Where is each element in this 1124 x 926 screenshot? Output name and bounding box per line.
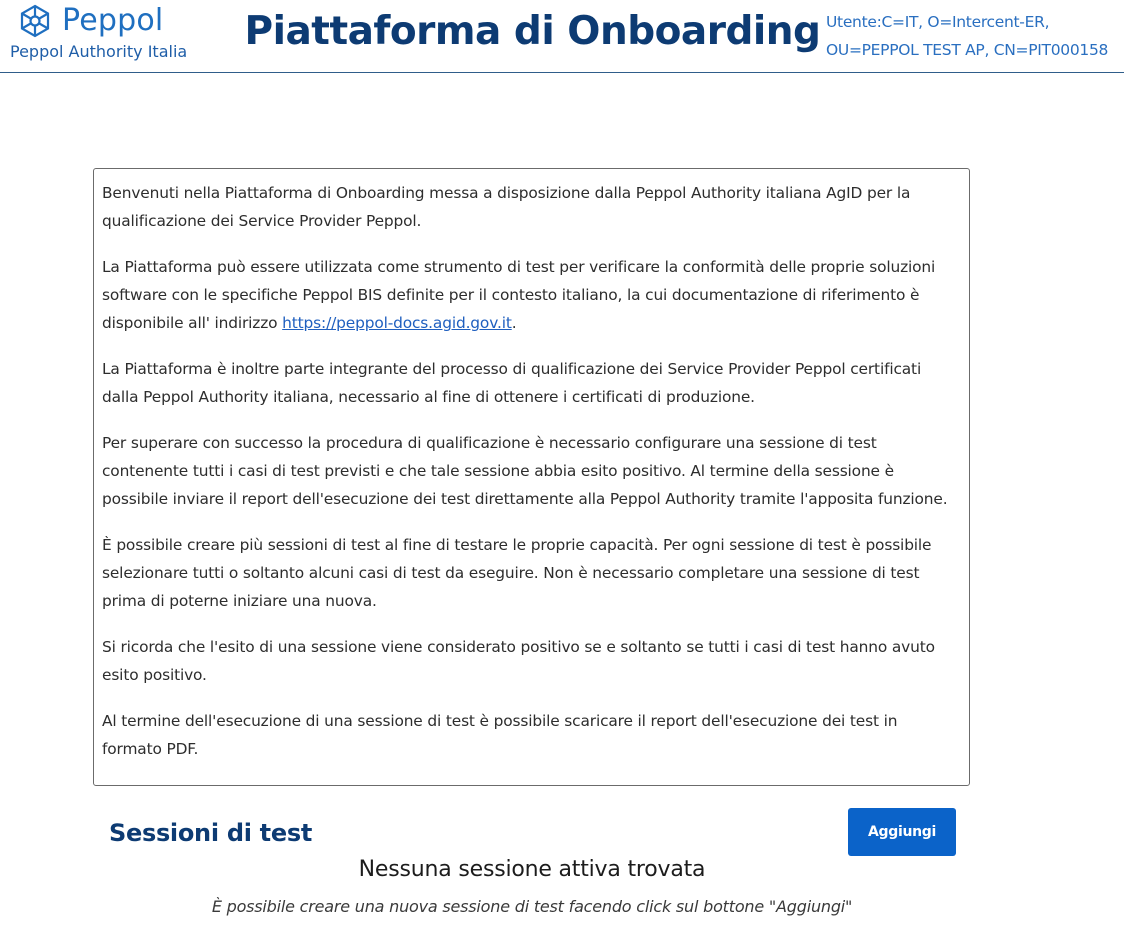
welcome-info-panel: Benvenuti nella Piattaforma di Onboardin…	[93, 168, 970, 786]
intro-paragraph-2-end: .	[511, 314, 517, 332]
intro-paragraph-1: Benvenuti nella Piattaforma di Onboardin…	[102, 184, 911, 230]
logo-wordmark: Peppol	[62, 3, 164, 38]
page-title: Piattaforma di Onboarding	[244, 9, 821, 54]
app-header: Peppol Peppol Authority Italia Piattafor…	[0, 0, 1124, 73]
user-info-line-2: OU=PEPPOL TEST AP, CN=PIT000158	[826, 41, 1109, 59]
docs-link[interactable]: https://peppol-docs.agid.gov.it	[282, 314, 512, 332]
intro-paragraph-5: È possibile creare più sessioni di test …	[102, 536, 932, 610]
logo-subtitle: Peppol Authority Italia	[10, 42, 188, 61]
user-info: Utente:C=IT, O=Intercent-ER, OU=PEPPOL T…	[826, 8, 1124, 64]
peppol-logo-icon	[20, 4, 50, 38]
sessions-section-title: Sessioni di test	[109, 819, 312, 847]
intro-paragraph-3: La Piattaforma è inoltre parte integrant…	[102, 360, 922, 406]
intro-paragraph-4: Per superare con successo la procedura d…	[102, 434, 948, 508]
intro-paragraph-6: Si ricorda che l'esito di una sessione v…	[102, 638, 935, 684]
intro-paragraph-7: Al termine dell'esecuzione di una sessio…	[102, 712, 898, 758]
intro-paragraph-2-text: La Piattaforma può essere utilizzata com…	[102, 258, 936, 332]
add-session-button[interactable]: Aggiungi	[848, 808, 956, 856]
intro-paragraph-2: La Piattaforma può essere utilizzata com…	[102, 253, 959, 337]
empty-sessions-message: Nessuna sessione attiva trovata	[358, 857, 706, 882]
user-info-line-1: Utente:C=IT, O=Intercent-ER,	[826, 13, 1050, 31]
empty-sessions-hint: È possibile creare una nuova sessione di…	[211, 897, 853, 916]
